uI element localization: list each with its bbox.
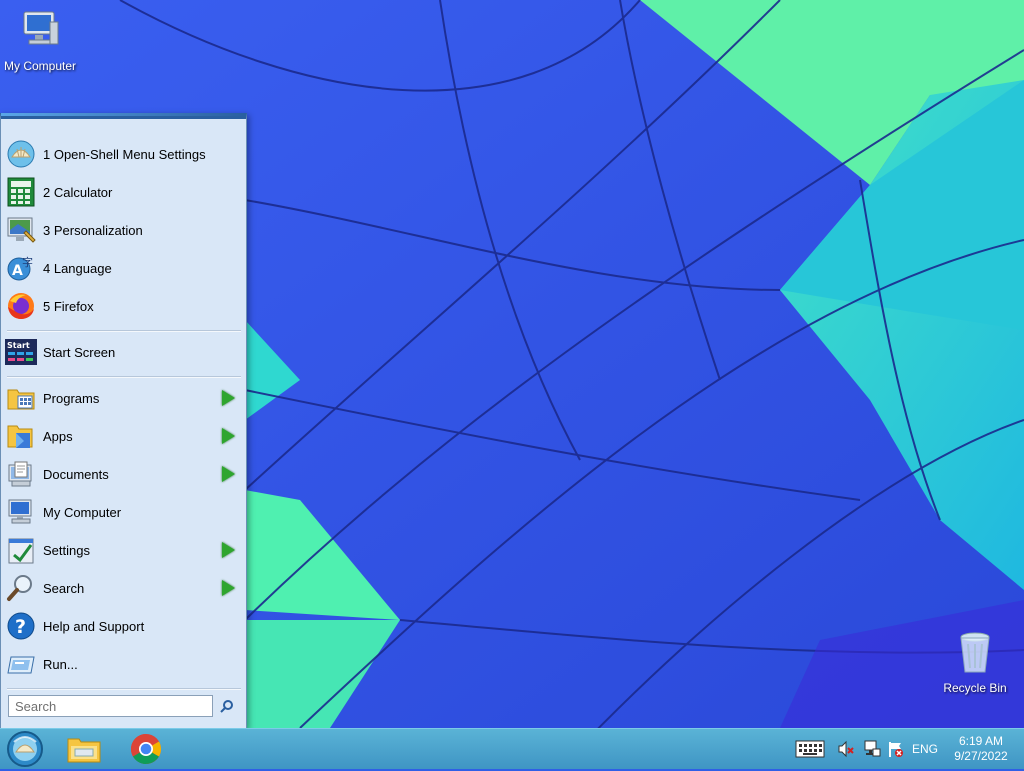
submenu-arrow-icon xyxy=(222,390,235,406)
computer-icon xyxy=(23,11,59,45)
search-icon xyxy=(5,572,37,604)
computer-icon xyxy=(5,496,37,528)
keyboard-icon[interactable] xyxy=(794,739,826,759)
start-button[interactable] xyxy=(6,730,44,768)
documents-icon xyxy=(5,458,37,490)
network-icon[interactable] xyxy=(862,739,882,759)
menu-separator xyxy=(7,688,241,690)
menu-item-label: Programs xyxy=(43,390,100,406)
search-icon[interactable] xyxy=(217,696,237,716)
menu-item-start-screen[interactable]: Start Start Screen xyxy=(5,334,241,370)
menu-item-label: Search xyxy=(43,580,85,596)
programs-icon xyxy=(5,382,37,414)
clock[interactable]: 6:19 AM 9/27/2022 xyxy=(948,734,1014,764)
menu-separator xyxy=(7,330,241,332)
submenu-arrow-icon xyxy=(222,542,235,558)
taskbar-file-explorer-button[interactable] xyxy=(67,732,101,766)
menu-separator xyxy=(7,376,241,378)
menu-item-label: Settings xyxy=(43,542,90,558)
submenu-arrow-icon xyxy=(222,580,235,596)
folder-icon xyxy=(67,738,101,763)
personalization-icon xyxy=(5,214,37,246)
language-indicator[interactable]: ENG xyxy=(912,742,938,756)
start-menu-search-input[interactable] xyxy=(8,695,213,717)
menu-item-label: My Computer xyxy=(43,504,122,520)
language-icon: A 字 xyxy=(5,252,37,284)
menu-item-label: Run... xyxy=(43,656,78,672)
start-screen-icon-text: Start xyxy=(7,341,30,350)
menu-item-settings[interactable]: Settings xyxy=(5,532,241,568)
apps-icon xyxy=(5,420,37,452)
menu-item-label: 5 Firefox xyxy=(43,298,94,314)
menu-item-my-computer[interactable]: My Computer xyxy=(5,494,241,530)
menu-item-label: Help and Support xyxy=(43,618,145,634)
menu-item-open-shell-settings[interactable]: 1 Open-Shell Menu Settings xyxy=(5,136,241,172)
settings-icon xyxy=(5,534,37,566)
start-orb-icon xyxy=(7,731,43,767)
menu-item-label: Start Screen xyxy=(43,344,116,360)
menu-item-help-support[interactable]: ? Help and Support xyxy=(5,608,241,644)
menu-item-label: 1 Open-Shell Menu Settings xyxy=(43,146,206,162)
svg-text:?: ? xyxy=(15,616,26,638)
start-menu: 1 Open-Shell Menu Settings 2 Calculator … xyxy=(0,113,247,729)
volume-muted-icon[interactable] xyxy=(836,739,856,759)
menu-item-search[interactable]: Search xyxy=(5,570,241,606)
clock-time: 6:19 AM xyxy=(958,734,1004,748)
submenu-arrow-icon xyxy=(222,466,235,482)
desktop-icon-recycle-bin[interactable]: Recycle Bin xyxy=(935,630,1015,695)
menu-item-apps[interactable]: Apps xyxy=(5,418,241,454)
menu-item-label: 4 Language xyxy=(43,260,112,276)
calculator-icon xyxy=(5,176,37,208)
taskbar-chrome-button[interactable] xyxy=(129,732,163,766)
menu-item-firefox[interactable]: 5 Firefox xyxy=(5,288,241,324)
menu-item-label: Documents xyxy=(43,466,109,482)
menu-item-programs[interactable]: Programs xyxy=(5,380,241,416)
taskbar: ENG 6:19 AM 9/27/2022 xyxy=(0,728,1024,769)
chrome-icon xyxy=(130,734,162,764)
menu-item-language[interactable]: A 字 4 Language xyxy=(5,250,241,286)
shell-icon xyxy=(5,138,37,170)
menu-item-run[interactable]: Run... xyxy=(5,646,241,682)
menu-item-label: 2 Calculator xyxy=(43,184,113,200)
menu-item-calculator[interactable]: 2 Calculator xyxy=(5,174,241,210)
run-icon xyxy=(5,648,37,680)
help-icon: ? xyxy=(5,610,37,642)
menu-item-label: 3 Personalization xyxy=(43,222,143,238)
menu-item-documents[interactable]: Documents xyxy=(5,456,241,492)
menu-item-label: Apps xyxy=(43,428,73,444)
svg-text:字: 字 xyxy=(22,255,33,269)
recycle-bin-icon xyxy=(960,632,990,673)
firefox-icon xyxy=(5,290,37,322)
desktop-icon-my-computer[interactable]: My Computer xyxy=(0,8,80,73)
desktop-icon-label: My Computer xyxy=(3,59,77,73)
clock-date: 9/27/2022 xyxy=(954,749,1008,763)
start-screen-icon: Start xyxy=(5,336,37,368)
menu-item-personalization[interactable]: 3 Personalization xyxy=(5,212,241,248)
submenu-arrow-icon xyxy=(222,428,235,444)
action-center-flag-icon[interactable] xyxy=(886,739,906,759)
desktop-icon-label: Recycle Bin xyxy=(943,681,1007,695)
